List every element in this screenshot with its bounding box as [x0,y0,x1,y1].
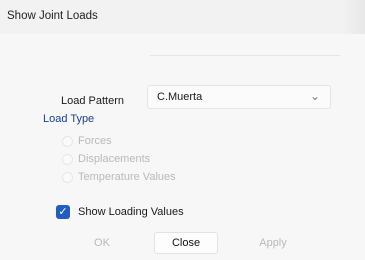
title-bar: Show Joint Loads [0,0,365,34]
radio-button[interactable] [62,172,73,183]
title-bar-edge [343,0,365,34]
close-button[interactable]: Close [154,232,218,254]
divider [150,55,340,56]
window-title: Show Joint Loads [7,10,98,22]
checkmark-icon[interactable]: ✓ [56,205,70,219]
load-pattern-value: C.Muerta [157,91,203,103]
radio-label-displacements: Displacements [78,153,151,165]
radio-label-temperature-values: Temperature Values [78,171,176,183]
radio-label-forces: Forces [78,135,112,147]
apply-button[interactable]: Apply [248,232,298,254]
show-loading-values-label: Show Loading Values [78,206,184,218]
radio-button[interactable] [62,136,73,147]
chevron-down-icon: ⌄ [309,89,320,103]
load-type-label: Load Type [43,113,95,125]
radio-button[interactable] [62,154,73,165]
load-pattern-dropdown[interactable]: C.Muerta ⌄ [147,85,331,109]
load-pattern-label: Load Pattern [61,95,124,107]
ok-button[interactable]: OK [77,232,127,254]
